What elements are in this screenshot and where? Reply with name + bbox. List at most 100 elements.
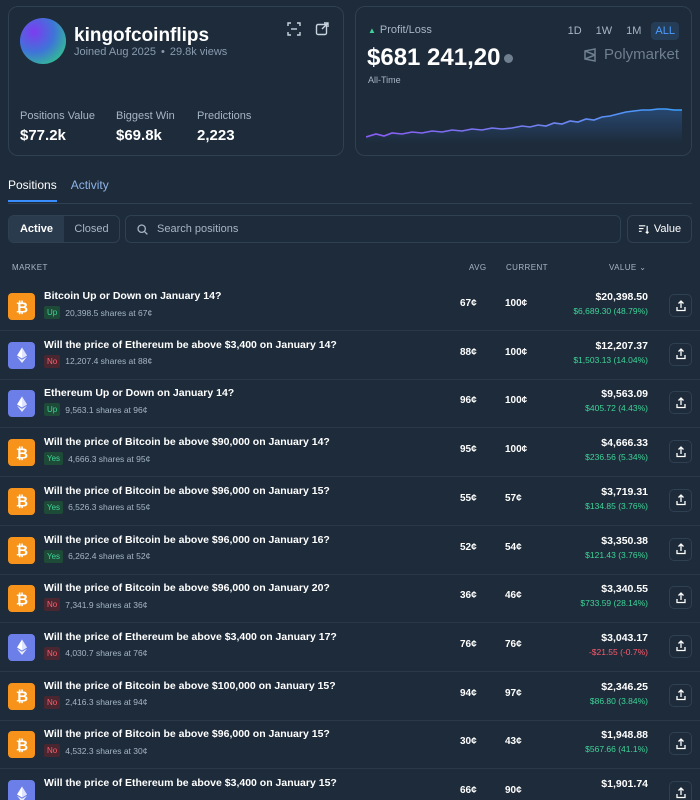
current-price: 46¢ [505,590,522,602]
share-button[interactable] [669,294,692,317]
bitcoin-icon: ₿ [15,299,27,316]
share-button[interactable] [669,488,692,512]
share-button[interactable] [669,634,692,658]
share-button[interactable] [669,391,692,415]
market-title[interactable]: Will the price of Bitcoin be above $100,… [44,680,336,692]
polymarket-logo-icon [584,47,596,62]
bitcoin-icon: ₿ [8,439,35,467]
position-row[interactable]: ₿ Will the price of Bitcoin be above $96… [0,477,700,526]
brand-name: Polymarket [603,46,679,63]
outcome-badge: Yes [44,452,64,466]
bitcoin-icon: ₿ [15,543,27,560]
filter-closed-button[interactable]: Closed [64,216,119,242]
position-row[interactable]: Ethereum Up or Down on January 14? Up 9,… [0,379,700,429]
ethereum-icon [8,780,35,800]
column-header-current[interactable]: CURRENT [506,263,548,272]
bitcoin-icon: ₿ [8,731,35,759]
position-value: $1,901.74 [601,778,648,790]
stat-label: Predictions [197,110,252,122]
position-row[interactable]: Will the price of Ethereum be above $3,4… [0,623,700,672]
market-title[interactable]: Bitcoin Up or Down on January 14? [44,290,221,302]
avg-price: 67¢ [460,298,477,309]
range-1d[interactable]: 1D [564,22,586,40]
share-icon [675,591,686,603]
range-all[interactable]: ALL [651,22,679,40]
avg-price: 30¢ [460,736,477,748]
avatar[interactable] [20,18,66,64]
position-pnl: $121.43 (3.76%) [585,549,648,560]
bitcoin-icon: ₿ [15,445,27,462]
market-title[interactable]: Will the price of Bitcoin be above $96,0… [44,485,330,497]
share-button[interactable] [669,342,692,366]
bitcoin-icon: ₿ [15,591,27,608]
bitcoin-icon: ₿ [15,494,27,511]
divider [8,203,692,204]
position-row[interactable]: ₿ Will the price of Bitcoin be above $90… [0,428,700,478]
market-title[interactable]: Will the price of Ethereum be above $3,4… [44,339,337,351]
share-button[interactable] [669,586,692,610]
shares-text: 2,416.3 shares at 94¢ [65,697,148,708]
market-title[interactable]: Will the price of Bitcoin be above $96,0… [44,534,330,546]
market-title[interactable]: Will the price of Ethereum be above $3,4… [44,777,337,789]
tab-positions[interactable]: Positions [8,178,57,202]
profile-meta: Joined Aug 2025 • 29.8k views [74,46,227,58]
outcome-badge: Up [44,403,61,417]
external-link-icon[interactable] [314,21,330,37]
bitcoin-icon: ₿ [8,536,35,564]
outcome-badge: No [44,744,61,758]
position-row[interactable]: ₿ Will the price of Bitcoin be above $96… [0,720,700,770]
search-icon [137,223,148,235]
market-title[interactable]: Ethereum Up or Down on January 14? [44,387,234,399]
share-button[interactable] [669,781,692,800]
share-icon [675,689,686,701]
position-value: $3,340.55 [601,583,648,596]
market-title[interactable]: Will the price of Ethereum be above $3,4… [44,631,337,643]
column-header-avg[interactable]: AVG [469,263,487,272]
current-price: 76¢ [505,638,522,650]
range-1m[interactable]: 1M [622,22,645,40]
view-count: 29.8k views [169,46,228,58]
share-button[interactable] [669,537,692,561]
bitcoin-icon: ₿ [8,682,35,710]
outcome-badge: No [44,695,61,709]
share-button[interactable] [669,440,692,464]
position-value: $3,350.38 [601,534,648,547]
share-button[interactable] [669,732,692,756]
sort-button[interactable]: Value [627,215,692,243]
username: kingofcoinflips [74,25,210,46]
current-price: 90¢ [505,785,522,796]
position-details: Yes 6,526.3 shares at 55¢ [44,500,150,514]
share-button[interactable] [669,683,692,707]
shares-text: 20,398.5 shares at 67¢ [65,307,153,318]
position-row[interactable]: Will the price of Ethereum be above $3,4… [0,331,700,380]
period-label: All-Time [368,75,401,85]
info-icon[interactable] [504,54,514,64]
position-row[interactable]: ₿ Bitcoin Up or Down on January 14? Up 2… [0,282,700,331]
svg-text:₿: ₿ [15,445,27,462]
market-title[interactable]: Will the price of Bitcoin be above $90,0… [44,436,330,448]
ethereum-icon [16,396,27,412]
range-1w[interactable]: 1W [592,22,617,40]
column-header-value[interactable]: VALUE ⌄ [609,263,646,272]
scan-icon[interactable] [286,21,302,37]
position-row[interactable]: ₿ Will the price of Bitcoin be above $96… [0,574,700,624]
search-input[interactable] [157,223,597,235]
stat-label: Biggest Win [116,110,175,122]
position-row[interactable]: ₿ Will the price of Bitcoin be above $10… [0,672,700,721]
svg-text:₿: ₿ [15,494,27,511]
avg-price: 76¢ [460,638,477,650]
position-value: $20,398.50 [595,291,648,303]
shares-text: 4,030.7 shares at 76¢ [65,648,148,659]
outcome-badge: Yes [44,500,64,514]
tab-activity[interactable]: Activity [71,178,109,202]
avg-price: 66¢ [460,785,477,796]
position-pnl: $567.66 (41.1%) [585,744,648,755]
filter-active-button[interactable]: Active [9,216,64,242]
position-row[interactable]: ₿ Will the price of Bitcoin be above $96… [0,526,700,575]
search-box [125,215,621,243]
market-title[interactable]: Will the price of Bitcoin be above $96,0… [44,582,330,594]
position-row[interactable]: Will the price of Ethereum be above $3,4… [0,769,700,800]
market-title[interactable]: Will the price of Bitcoin be above $96,0… [44,728,330,740]
bitcoin-icon: ₿ [8,293,35,320]
position-pnl: -$21.55 (-0.7%) [588,646,648,657]
